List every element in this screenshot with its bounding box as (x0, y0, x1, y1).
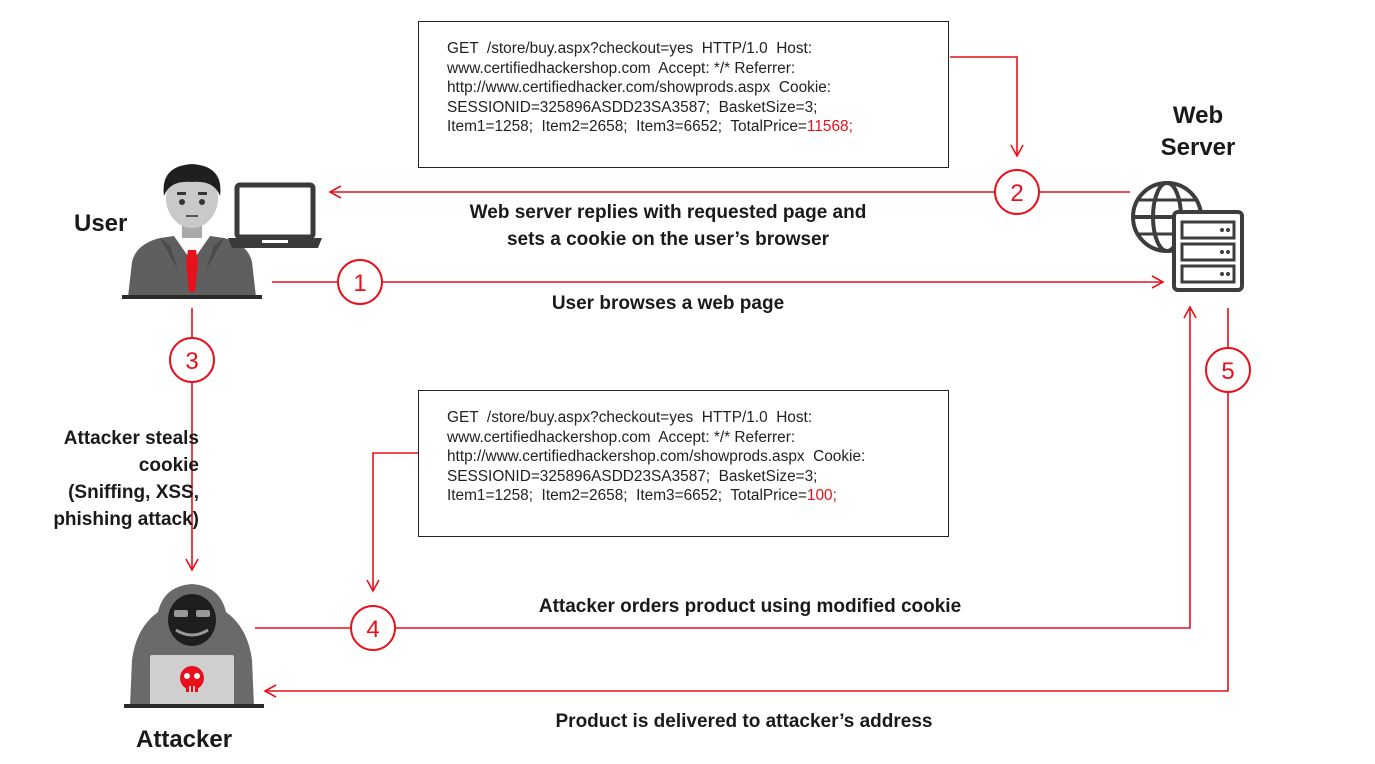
web-server-icon (1131, 181, 1244, 292)
step3-description-line3: (Sniffing, XSS, (68, 482, 199, 503)
request-line: SESSIONID=325896ASDD23SA3587; BasketSize… (447, 98, 818, 116)
step-number-3: 3 (185, 348, 198, 375)
total-price-value: 11568; (806, 118, 853, 136)
modified-total-price-value: 100; (806, 487, 837, 505)
modified-http-request-box: GET /store/buy.aspx?checkout=yes HTTP/1.… (418, 390, 949, 537)
web-server-label-line2: Server (1160, 134, 1236, 161)
step3-description-line1: Attacker steals (63, 428, 199, 449)
user-label: User (74, 210, 128, 237)
arrow-request-to-step2 (950, 56, 1024, 158)
request-line: www.certifiedhackershop.com Accept: */* … (447, 59, 796, 77)
attacker-icon (124, 584, 264, 708)
web-server-label-line1: Web (1172, 102, 1224, 129)
request-line-prefix: Item1=1258; Item2=2658; Item3=6652; Tota… (447, 118, 807, 136)
step2-description-line1: Web server replies with requested page a… (469, 202, 867, 223)
step-badge-2: 2 (994, 169, 1040, 215)
arrow-modified-request-to-step4 (366, 452, 418, 593)
request-line: GET /store/buy.aspx?checkout=yes HTTP/1.… (447, 40, 813, 57)
request-line: GET /store/buy.aspx?checkout=yes HTTP/1.… (447, 409, 813, 426)
laptop-icon (228, 182, 322, 248)
step-number-1: 1 (353, 270, 366, 297)
step3-description-line4: phishing attack) (53, 509, 199, 530)
step-number-2: 2 (1010, 180, 1023, 207)
request-line: Item1=1258; Item2=2658; Item3=6652; Tota… (447, 486, 948, 506)
request-line: SESSIONID=325896ASDD23SA3587; BasketSize… (447, 467, 818, 485)
request-line: Item1=1258; Item2=2658; Item3=6652; Tota… (447, 117, 948, 137)
step3-description-line2: cookie (138, 455, 199, 476)
step-badge-3: 3 (169, 337, 215, 383)
step1-description: User browses a web page (551, 293, 785, 314)
step-number-5: 5 (1221, 358, 1234, 385)
original-http-request-box: GET /store/buy.aspx?checkout=yes HTTP/1.… (418, 21, 949, 168)
step2-description-line2: sets a cookie on the user’s browser (506, 229, 830, 250)
step-badge-4: 4 (350, 605, 396, 651)
request-line: http://www.certifiedhacker.com/showprods… (447, 79, 832, 97)
step4-description: Attacker orders product using modified c… (538, 596, 962, 617)
request-line: www.certifiedhackershop.com Accept: */* … (447, 428, 796, 446)
request-line-prefix: Item1=1258; Item2=2658; Item3=6652; Tota… (447, 487, 807, 505)
request-line: http://www.certifiedhackershop.com/showp… (447, 448, 866, 466)
attacker-label: Attacker (136, 726, 233, 753)
step5-description: Product is delivered to attacker’s addre… (555, 711, 933, 732)
step-badge-5: 5 (1205, 347, 1251, 393)
step-number-4: 4 (366, 616, 379, 643)
